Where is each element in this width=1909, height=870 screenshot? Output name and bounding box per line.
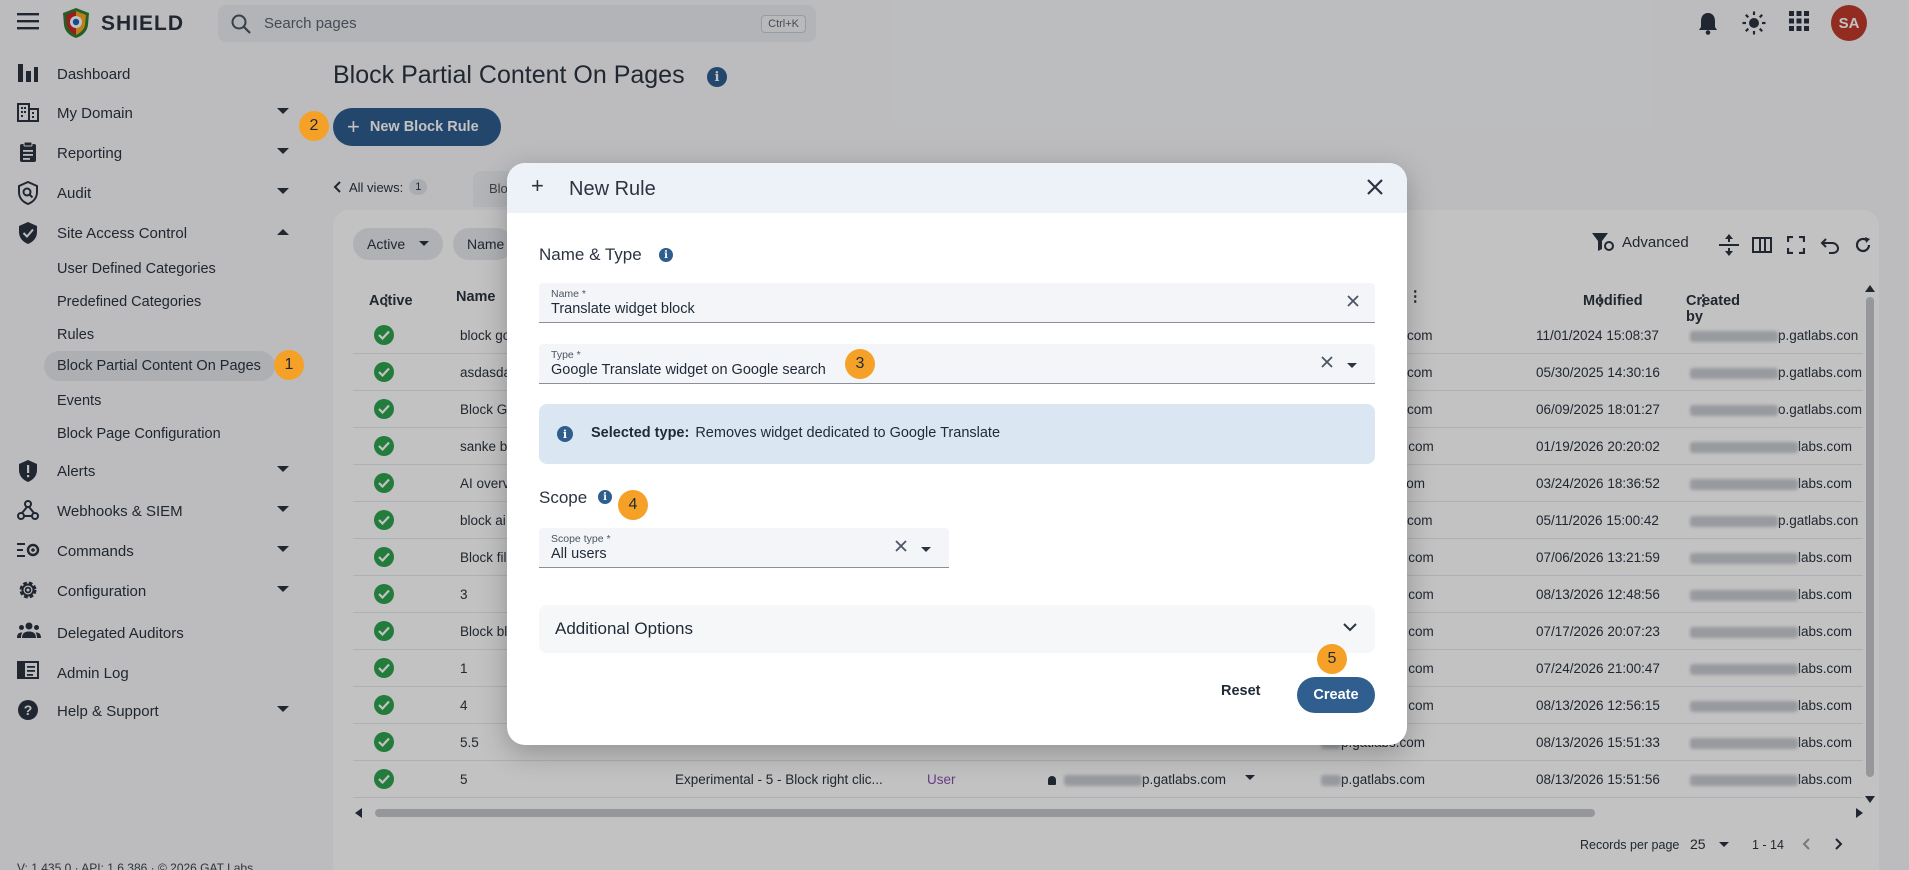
info-icon[interactable]: i <box>659 248 673 262</box>
new-rule-dialog: + New Rule Name & Type i Name * Translat… <box>507 163 1407 745</box>
name-field[interactable]: Name * Translate widget block <box>539 283 1375 323</box>
chevron-down-icon <box>1343 623 1357 632</box>
dialog-title: New Rule <box>569 178 656 200</box>
type-field-label: Type * <box>551 349 581 361</box>
step-badge-1: 1 <box>274 350 304 380</box>
scope-type-select[interactable]: Scope type * All users <box>539 528 949 568</box>
type-field-value: Google Translate widget on Google search <box>551 362 826 378</box>
scope-field-label: Scope type * <box>551 533 611 545</box>
scope-heading: Scope <box>539 488 588 507</box>
step-badge-2: 2 <box>299 111 329 141</box>
step-badge-5: 5 <box>1317 644 1347 674</box>
close-icon[interactable] <box>1367 179 1383 195</box>
create-button[interactable]: Create <box>1297 677 1375 713</box>
additional-options-accordion[interactable]: Additional Options <box>539 605 1375 653</box>
additional-options-label: Additional Options <box>555 619 693 638</box>
clear-icon[interactable] <box>1321 356 1333 368</box>
info-icon: i <box>557 426 573 442</box>
step-badge-4: 4 <box>618 490 648 520</box>
clear-icon[interactable] <box>1347 295 1359 307</box>
scope-field-value: All users <box>551 546 607 562</box>
dialog-header: + New Rule <box>507 163 1407 213</box>
type-select[interactable]: Type * Google Translate widget on Google… <box>539 344 1375 384</box>
name-field-value[interactable]: Translate widget block <box>551 301 695 317</box>
clear-icon[interactable] <box>895 540 907 552</box>
notice-text: Removes widget dedicated to Google Trans… <box>695 425 1001 441</box>
chevron-down-icon[interactable] <box>921 547 931 553</box>
name-field-label: Name * <box>551 288 587 300</box>
chevron-down-icon[interactable] <box>1347 363 1357 369</box>
info-icon[interactable]: i <box>598 490 612 504</box>
reset-button[interactable]: Reset <box>1221 683 1261 699</box>
name-type-heading: Name & Type <box>539 245 642 264</box>
notice-bold-label: Selected type: <box>591 425 690 441</box>
selected-type-notice: i Selected type: Removes widget dedicated… <box>539 404 1375 464</box>
step-badge-3: 3 <box>845 349 875 379</box>
plus-icon: + <box>531 173 544 198</box>
